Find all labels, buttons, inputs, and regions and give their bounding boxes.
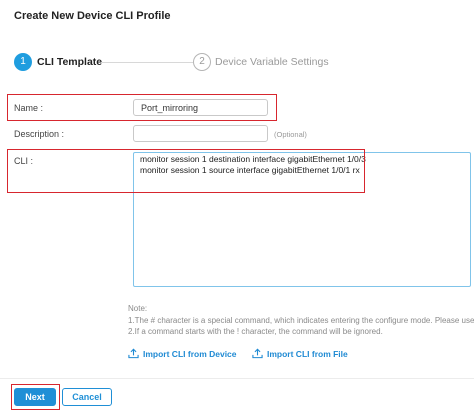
step-1-number: 1	[14, 53, 32, 71]
import-from-device-label: Import CLI from Device	[143, 348, 237, 359]
note-heading: Note:	[128, 304, 148, 313]
name-label: Name :	[14, 103, 44, 113]
create-cli-profile-page: Create New Device CLI Profile 1 CLI Temp…	[0, 0, 474, 412]
stepper: 1 CLI Template 2 Device Variable Setting…	[14, 52, 474, 74]
step-1-label: CLI Template	[37, 56, 103, 68]
step-connector	[101, 62, 193, 63]
note-line-2: 2.If a command starts with the ! charact…	[128, 327, 383, 336]
name-input[interactable]: Port_mirroring	[133, 99, 268, 116]
step-2-label: Device Variable Settings	[215, 56, 329, 68]
page-title: Create New Device CLI Profile	[14, 10, 171, 22]
step-2-number: 2	[193, 53, 211, 71]
cli-label: CLI :	[14, 156, 34, 166]
upload-icon	[128, 348, 139, 359]
note-line-1: 1.The # character is a special command, …	[128, 316, 474, 325]
cli-line-1: monitor session 1 destination interface …	[140, 154, 366, 164]
description-input[interactable]	[133, 125, 268, 142]
import-from-file-label: Import CLI from File	[267, 348, 348, 359]
footer-divider	[0, 378, 474, 379]
cli-textarea[interactable]: monitor session 1 destination interface …	[133, 152, 471, 287]
next-button[interactable]: Next	[14, 388, 56, 406]
cli-line-2: monitor session 1 source interface gigab…	[140, 165, 360, 175]
import-from-device-link[interactable]: Import CLI from Device	[128, 348, 237, 359]
description-optional-hint: (Optional)	[274, 130, 307, 139]
upload-icon	[252, 348, 263, 359]
import-from-file-link[interactable]: Import CLI from File	[252, 348, 348, 359]
cancel-button[interactable]: Cancel	[62, 388, 112, 406]
description-label: Description :	[14, 129, 65, 139]
